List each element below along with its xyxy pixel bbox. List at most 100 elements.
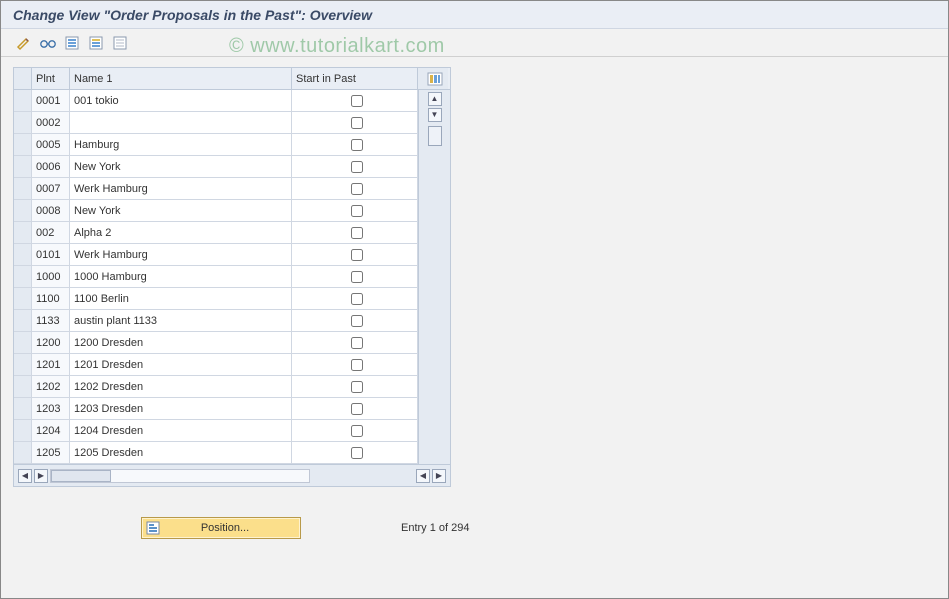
hscroll-track[interactable]: [50, 469, 310, 483]
start-in-past-checkbox[interactable]: [351, 95, 363, 107]
cell-name[interactable]: 1202 Dresden: [70, 376, 292, 397]
cell-plnt[interactable]: 002: [32, 222, 70, 243]
start-in-past-checkbox[interactable]: [351, 315, 363, 327]
start-in-past-checkbox[interactable]: [351, 447, 363, 459]
table-row: 12051205 Dresden: [14, 442, 418, 464]
cell-name[interactable]: 1204 Dresden: [70, 420, 292, 441]
cell-name[interactable]: New York: [70, 200, 292, 221]
row-selector[interactable]: [14, 442, 32, 463]
table-row: 0001001 tokio: [14, 90, 418, 112]
hscroll-thumb[interactable]: [51, 470, 111, 482]
cell-plnt[interactable]: 0005: [32, 134, 70, 155]
row-selector[interactable]: [14, 420, 32, 441]
cell-start: [292, 310, 418, 331]
row-selector[interactable]: [14, 266, 32, 287]
row-selector[interactable]: [14, 200, 32, 221]
row-selector[interactable]: [14, 134, 32, 155]
table-row: 0006New York: [14, 156, 418, 178]
cell-name[interactable]: [70, 112, 292, 133]
cell-name[interactable]: Werk Hamburg: [70, 244, 292, 265]
start-in-past-checkbox[interactable]: [351, 205, 363, 217]
start-in-past-checkbox[interactable]: [351, 403, 363, 415]
position-button[interactable]: Position...: [141, 517, 301, 539]
start-in-past-checkbox[interactable]: [351, 359, 363, 371]
scroll-right-icon[interactable]: ▶: [34, 469, 48, 483]
deselect-all-icon[interactable]: [111, 34, 129, 52]
table-configure-icon[interactable]: [418, 68, 448, 89]
cell-plnt[interactable]: 1200: [32, 332, 70, 353]
row-selector[interactable]: [14, 178, 32, 199]
col-header-start[interactable]: Start in Past: [292, 68, 418, 89]
cell-name[interactable]: 1205 Dresden: [70, 442, 292, 463]
cell-plnt[interactable]: 1133: [32, 310, 70, 331]
toggle-display-change-icon[interactable]: [15, 34, 33, 52]
start-in-past-checkbox[interactable]: [351, 337, 363, 349]
row-selector[interactable]: [14, 332, 32, 353]
cell-plnt[interactable]: 1000: [32, 266, 70, 287]
cell-start: [292, 266, 418, 287]
select-block-icon[interactable]: [87, 34, 105, 52]
row-selector[interactable]: [14, 354, 32, 375]
cell-name[interactable]: 1201 Dresden: [70, 354, 292, 375]
cell-name[interactable]: New York: [70, 156, 292, 177]
row-selector[interactable]: [14, 90, 32, 111]
cell-plnt[interactable]: 1100: [32, 288, 70, 309]
cell-plnt[interactable]: 0101: [32, 244, 70, 265]
scroll-up-icon[interactable]: ▲: [428, 92, 442, 106]
cell-plnt[interactable]: 0007: [32, 178, 70, 199]
cell-plnt[interactable]: 1205: [32, 442, 70, 463]
scroll-thumb[interactable]: [428, 126, 442, 146]
cell-start: [292, 222, 418, 243]
row-selector[interactable]: [14, 376, 32, 397]
cell-name[interactable]: 1200 Dresden: [70, 332, 292, 353]
cell-name[interactable]: Alpha 2: [70, 222, 292, 243]
cell-name[interactable]: 1100 Berlin: [70, 288, 292, 309]
cell-name[interactable]: austin plant 1133: [70, 310, 292, 331]
table-row: 10001000 Hamburg: [14, 266, 418, 288]
table-header: Plnt Name 1 Start in Past: [14, 68, 450, 90]
start-in-past-checkbox[interactable]: [351, 227, 363, 239]
start-in-past-checkbox[interactable]: [351, 381, 363, 393]
start-in-past-checkbox[interactable]: [351, 271, 363, 283]
col-header-selector[interactable]: [14, 68, 32, 89]
start-in-past-checkbox[interactable]: [351, 425, 363, 437]
cell-name[interactable]: Hamburg: [70, 134, 292, 155]
cell-name[interactable]: 1000 Hamburg: [70, 266, 292, 287]
scroll-right-end-icon[interactable]: ▶: [432, 469, 446, 483]
start-in-past-checkbox[interactable]: [351, 161, 363, 173]
row-selector[interactable]: [14, 156, 32, 177]
scroll-down-icon[interactable]: ▼: [428, 108, 442, 122]
cell-plnt[interactable]: 1202: [32, 376, 70, 397]
scroll-left-end-icon[interactable]: ◀: [416, 469, 430, 483]
cell-start: [292, 376, 418, 397]
start-in-past-checkbox[interactable]: [351, 139, 363, 151]
cell-plnt[interactable]: 1204: [32, 420, 70, 441]
vertical-scrollbar[interactable]: ▲ ▼: [418, 90, 450, 464]
row-selector[interactable]: [14, 398, 32, 419]
scroll-left-icon[interactable]: ◀: [18, 469, 32, 483]
row-selector[interactable]: [14, 310, 32, 331]
horizontal-scrollbar[interactable]: ◀ ▶ ◀ ▶: [14, 464, 450, 486]
col-header-name[interactable]: Name 1: [70, 68, 292, 89]
row-selector[interactable]: [14, 244, 32, 265]
cell-plnt[interactable]: 0006: [32, 156, 70, 177]
select-all-icon[interactable]: [63, 34, 81, 52]
cell-plnt[interactable]: 1203: [32, 398, 70, 419]
table-row: 12031203 Dresden: [14, 398, 418, 420]
cell-name[interactable]: 1203 Dresden: [70, 398, 292, 419]
cell-plnt[interactable]: 0002: [32, 112, 70, 133]
cell-name[interactable]: Werk Hamburg: [70, 178, 292, 199]
glasses-icon[interactable]: [39, 34, 57, 52]
cell-plnt[interactable]: 1201: [32, 354, 70, 375]
col-header-plnt[interactable]: Plnt: [32, 68, 70, 89]
start-in-past-checkbox[interactable]: [351, 293, 363, 305]
row-selector[interactable]: [14, 288, 32, 309]
row-selector[interactable]: [14, 222, 32, 243]
start-in-past-checkbox[interactable]: [351, 249, 363, 261]
cell-plnt[interactable]: 0001: [32, 90, 70, 111]
cell-name[interactable]: 001 tokio: [70, 90, 292, 111]
cell-plnt[interactable]: 0008: [32, 200, 70, 221]
row-selector[interactable]: [14, 112, 32, 133]
start-in-past-checkbox[interactable]: [351, 117, 363, 129]
start-in-past-checkbox[interactable]: [351, 183, 363, 195]
